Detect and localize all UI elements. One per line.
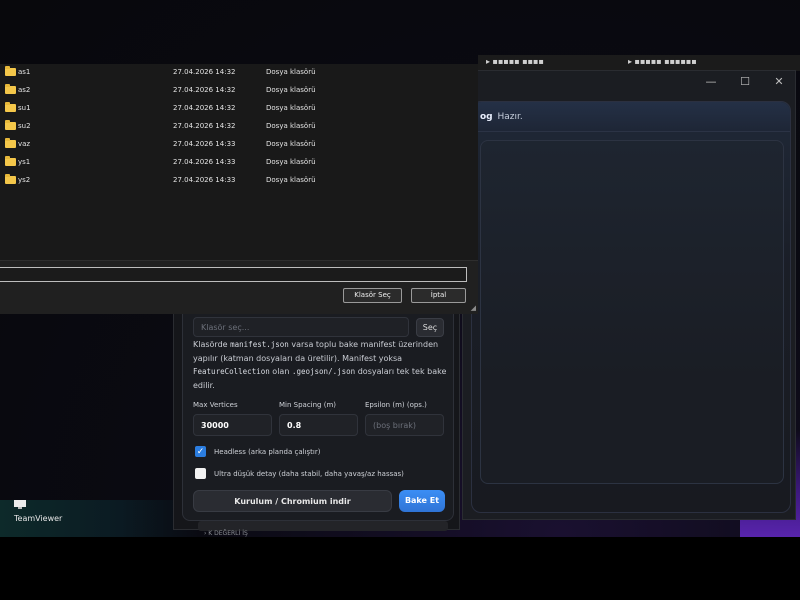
folder-name: su2 xyxy=(18,122,31,130)
close-icon[interactable]: ✕ xyxy=(773,75,785,88)
select-folder-button[interactable]: Klasör Seç xyxy=(343,288,402,303)
folder-date: 27.04.2026 14:32 xyxy=(173,68,236,76)
folder-name: ys2 xyxy=(18,176,31,184)
bake-button[interactable]: Bake Et xyxy=(399,490,445,512)
list-item[interactable]: su1 27.04.2026 14:32 Dosya klasörü xyxy=(0,100,478,118)
background-tab-strip: ▸ ▪▪▪▪▪ ▪▪▪▪ ▸ ▪▪▪▪▪ ▪▪▪▪▪▪ xyxy=(478,55,800,71)
letterbox-bottom xyxy=(0,537,800,600)
list-item[interactable]: ys1 27.04.2026 14:33 Dosya klasörü xyxy=(0,154,478,172)
list-item[interactable]: as1 27.04.2026 14:32 Dosya klasörü xyxy=(0,64,478,82)
ultra-low-label: Ultra düşük detay (daha stabil, daha yav… xyxy=(214,469,404,478)
log-output[interactable] xyxy=(480,140,784,484)
log-status: Hazır. xyxy=(497,112,523,122)
folder-icon xyxy=(5,174,16,184)
ultra-low-option[interactable]: Ultra düşük detay (daha stabil, daha yav… xyxy=(195,468,404,479)
folder-name: as1 xyxy=(18,68,31,76)
folder-date: 27.04.2026 14:32 xyxy=(173,104,236,112)
list-item[interactable]: as2 27.04.2026 14:32 Dosya klasörü xyxy=(0,82,478,100)
log-window: — ☐ ✕ og Hazır. xyxy=(462,70,796,520)
headless-option[interactable]: ✓ Headless (arka planda çalıştır) xyxy=(195,446,320,457)
background-tab[interactable]: ▸ ▪▪▪▪▪ ▪▪▪▪▪▪ xyxy=(628,57,697,66)
log-header: og Hazır. xyxy=(472,102,790,132)
folder-name: su1 xyxy=(18,104,31,112)
log-panel: og Hazır. xyxy=(471,101,791,513)
folder-type: Dosya klasörü xyxy=(266,176,316,184)
tree-item-partial: › K DEĞERLİ İŞ xyxy=(204,530,248,537)
folder-type: Dosya klasörü xyxy=(266,158,316,166)
list-item[interactable]: su2 27.04.2026 14:32 Dosya klasörü xyxy=(0,118,478,136)
folder-type: Dosya klasörü xyxy=(266,68,316,76)
folder-icon xyxy=(5,156,16,166)
max-vertices-label: Max Vertices xyxy=(193,401,238,409)
pick-folder-button[interactable]: Seç xyxy=(416,318,444,337)
resize-grip-icon[interactable]: ◢ xyxy=(471,304,476,312)
folder-date: 27.04.2026 14:33 xyxy=(173,176,236,184)
log-title: og Hazır. xyxy=(480,112,523,122)
folder-date: 27.04.2026 14:32 xyxy=(173,122,236,130)
file-list: as1 27.04.2026 14:32 Dosya klasörü as2 2… xyxy=(0,64,478,260)
teamviewer-label[interactable]: TeamViewer xyxy=(14,514,62,523)
folder-path-input[interactable] xyxy=(0,267,467,282)
folder-icon xyxy=(5,66,16,76)
min-spacing-input[interactable]: 0.8 xyxy=(279,414,358,436)
minimize-icon[interactable]: — xyxy=(705,75,717,88)
headless-checkbox[interactable]: ✓ xyxy=(195,446,206,457)
folder-icon xyxy=(5,120,16,130)
setup-chromium-button[interactable]: Kurulum / Chromium indir xyxy=(193,490,392,512)
folder-type: Dosya klasörü xyxy=(266,122,316,130)
folder-input[interactable]: Klasör seç... xyxy=(193,317,409,337)
folder-icon xyxy=(5,138,16,148)
headless-label: Headless (arka planda çalıştır) xyxy=(214,447,321,456)
folder-type: Dosya klasörü xyxy=(266,140,316,148)
bake-card: Klasör seç... Seç Klasörde manifest.json… xyxy=(182,303,454,521)
folder-type: Dosya klasörü xyxy=(266,86,316,94)
folder-name: as2 xyxy=(18,86,31,94)
bake-window: Klasör seç... Seç Klasörde manifest.json… xyxy=(173,300,460,530)
ultra-low-checkbox[interactable] xyxy=(195,468,206,479)
log-title-text: og xyxy=(480,112,493,122)
bake-description: Klasörde manifest.json varsa toplu bake … xyxy=(193,340,447,390)
folder-type: Dosya klasörü xyxy=(266,104,316,112)
folder-date: 27.04.2026 14:33 xyxy=(173,158,236,166)
list-item[interactable]: vaz 27.04.2026 14:33 Dosya klasörü xyxy=(0,136,478,154)
epsilon-label: Epsilon (m) (ops.) xyxy=(365,401,427,409)
folder-date: 27.04.2026 14:32 xyxy=(173,86,236,94)
folder-icon xyxy=(5,102,16,112)
folder-name: ys1 xyxy=(18,158,31,166)
folder-name: vaz xyxy=(18,140,31,148)
min-spacing-label: Min Spacing (m) xyxy=(279,401,337,409)
cancel-button[interactable]: İptal xyxy=(411,288,466,303)
dialog-footer: Klasör Seç İptal ◢ xyxy=(0,260,478,314)
epsilon-input[interactable]: (boş bırak) xyxy=(365,414,444,436)
teamviewer-icon[interactable] xyxy=(14,500,26,510)
list-item[interactable]: ys2 27.04.2026 14:33 Dosya klasörü xyxy=(0,172,478,190)
max-vertices-input[interactable]: 30000 xyxy=(193,414,272,436)
background-tab[interactable]: ▸ ▪▪▪▪▪ ▪▪▪▪ xyxy=(486,57,544,66)
folder-icon xyxy=(5,84,16,94)
window-controls: — ☐ ✕ xyxy=(705,75,785,88)
folder-date: 27.04.2026 14:33 xyxy=(173,140,236,148)
maximize-icon[interactable]: ☐ xyxy=(739,75,751,88)
folder-picker-dialog: as1 27.04.2026 14:32 Dosya klasörü as2 2… xyxy=(0,64,478,314)
